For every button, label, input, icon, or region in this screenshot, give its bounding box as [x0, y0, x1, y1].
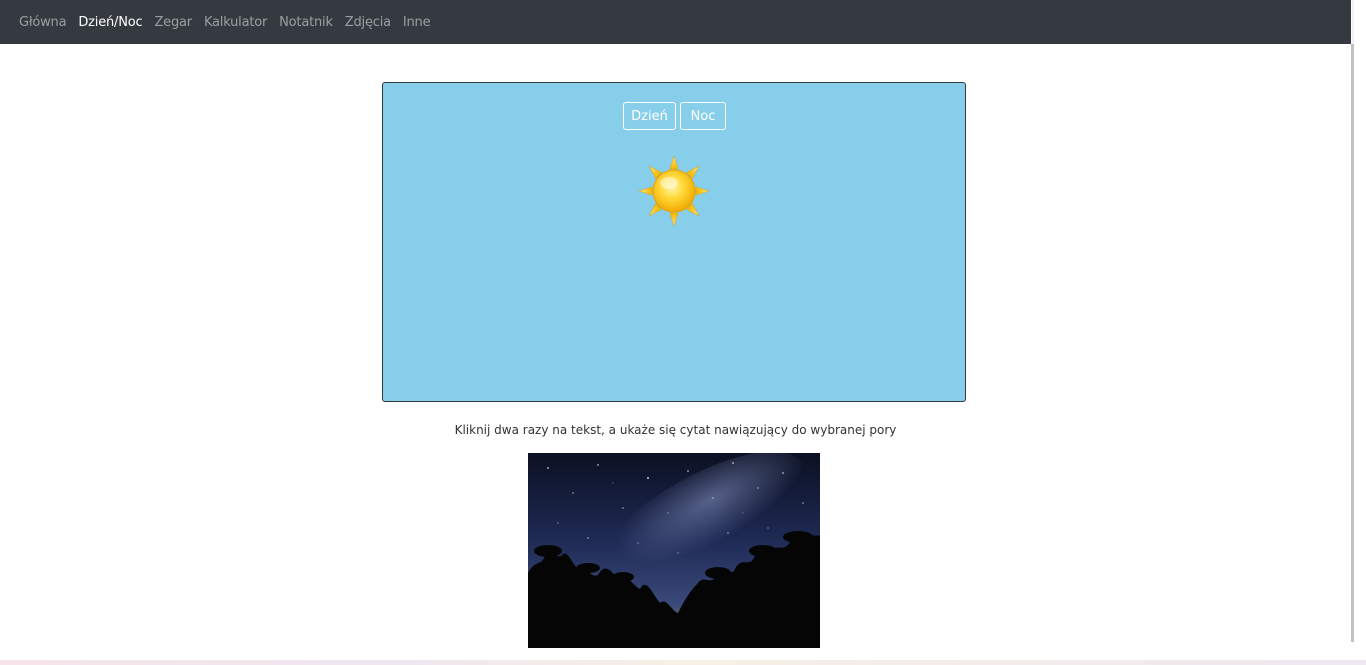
sun-icon [639, 156, 709, 226]
nav-link-zdjecia[interactable]: Zdjęcia [345, 15, 391, 30]
nav-list: Główna Dzień/Noc Zegar Kalkulator Notatn… [19, 0, 442, 44]
top-navbar: Główna Dzień/Noc Zegar Kalkulator Notatn… [0, 0, 1351, 44]
nav-link-inne[interactable]: Inne [403, 15, 431, 30]
night-button[interactable]: Noc [680, 102, 726, 130]
nav-link-glowna[interactable]: Główna [19, 15, 67, 30]
day-button[interactable]: Dzień [623, 102, 676, 130]
nav-link-dzien-noc[interactable]: Dzień/Noc [78, 15, 142, 30]
nav-link-notatnik[interactable]: Notatnik [279, 15, 333, 30]
bottom-strip [0, 660, 1366, 665]
scrollbar-thumb[interactable] [1351, 44, 1354, 642]
nav-link-zegar[interactable]: Zegar [154, 15, 192, 30]
nav-link-kalkulator[interactable]: Kalkulator [204, 15, 267, 30]
day-night-scene: Dzień Noc [382, 82, 966, 402]
page-scrollbar[interactable] [1351, 0, 1366, 665]
night-sky-photo [528, 453, 820, 648]
quote-hint-text[interactable]: Kliknij dwa razy na tekst, a ukaże się c… [0, 423, 1351, 437]
